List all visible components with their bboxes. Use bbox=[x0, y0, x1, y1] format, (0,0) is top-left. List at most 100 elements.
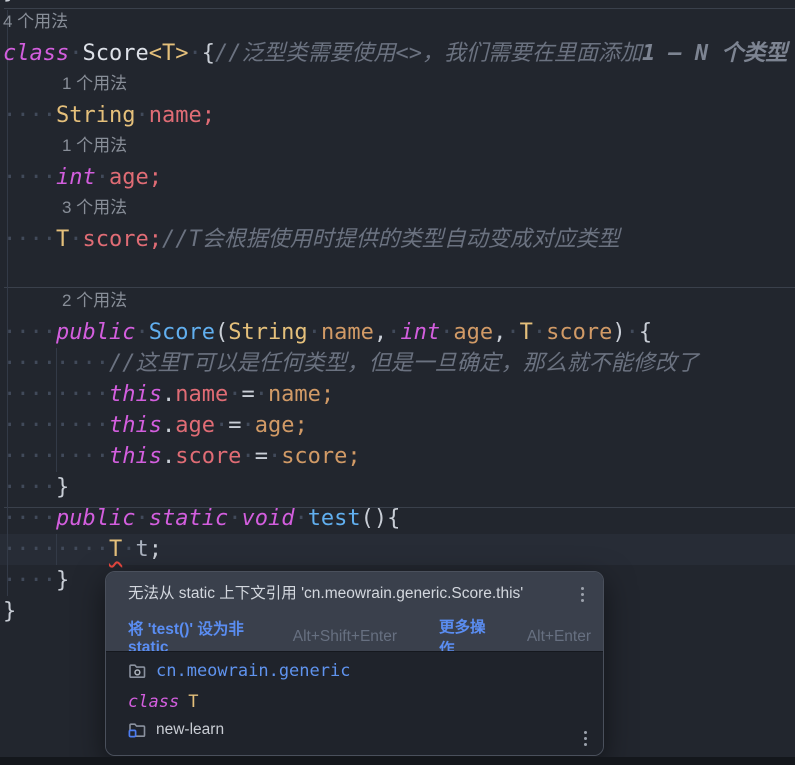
code-token: ( bbox=[215, 320, 228, 345]
code-line[interactable]: ····int·age; bbox=[3, 162, 162, 193]
code-token: //泛型类需要使用<>，我们需要在里面添加 bbox=[215, 41, 642, 66]
code-token: . bbox=[162, 382, 175, 407]
code-token: test bbox=[308, 506, 361, 531]
code-token: Score bbox=[82, 41, 148, 66]
code-line[interactable]: ····public·static·void·test(){ bbox=[3, 503, 400, 534]
code-token: //T会根据使用时提供的类型自动变成对应类型 bbox=[162, 227, 620, 252]
whitespace-dots: ···· bbox=[3, 227, 56, 252]
method-separator bbox=[4, 8, 795, 9]
whitespace-dots: · bbox=[387, 320, 400, 345]
code-token: score; bbox=[82, 227, 161, 252]
whitespace-dots: ···· bbox=[3, 165, 56, 190]
whitespace-dots: · bbox=[228, 382, 241, 407]
whitespace-dots: · bbox=[294, 506, 307, 531]
whitespace-dots: · bbox=[506, 320, 519, 345]
code-token: int bbox=[400, 320, 440, 345]
code-token: name bbox=[321, 320, 374, 345]
code-line[interactable]: ········this.name·=·name; bbox=[3, 379, 334, 410]
code-token: int bbox=[56, 165, 96, 190]
class-name: T bbox=[188, 692, 198, 712]
code-line[interactable]: ········//这里T可以是任何类型，但是一旦确定，那么就不能修改了 bbox=[3, 348, 699, 379]
code-token: String bbox=[56, 103, 135, 128]
whitespace-dots: · bbox=[69, 227, 82, 252]
code-token: age bbox=[453, 320, 493, 345]
code-token: void bbox=[241, 506, 294, 531]
code-token: { bbox=[202, 41, 215, 66]
kebab-menu-icon[interactable] bbox=[576, 728, 594, 748]
inlay-usage-hint[interactable]: 1 个用法 bbox=[62, 131, 127, 162]
quickfix-shortcut: Alt+Shift+Enter bbox=[293, 628, 397, 646]
whitespace-dots: · bbox=[135, 506, 148, 531]
code-line[interactable]: ····T·score;//T会根据使用时提供的类型自动变成对应类型 bbox=[3, 224, 620, 255]
code-line[interactable]: ········T·t; bbox=[3, 534, 162, 565]
code-line[interactable]: } bbox=[3, 0, 16, 7]
code-token: } bbox=[56, 475, 69, 500]
package-link[interactable]: cn.meowrain.generic bbox=[156, 661, 350, 681]
code-token: age bbox=[175, 413, 215, 438]
code-token: , bbox=[374, 320, 387, 345]
code-token: Score bbox=[149, 320, 215, 345]
whitespace-dots: · bbox=[533, 320, 546, 345]
inlay-usage-hint[interactable]: 4 个用法 bbox=[3, 7, 68, 38]
inlay-usage-hint[interactable]: 1 个用法 bbox=[62, 69, 127, 100]
code-token: , bbox=[493, 320, 506, 345]
whitespace-dots: ········ bbox=[3, 444, 109, 469]
intention-popup: 无法从 static 上下文引用 'cn.meowrain.generic.Sc… bbox=[105, 571, 604, 756]
code-token: t bbox=[135, 537, 148, 562]
package-icon bbox=[128, 662, 147, 680]
whitespace-dots: · bbox=[255, 382, 268, 407]
kebab-menu-icon[interactable] bbox=[573, 584, 591, 604]
code-line[interactable]: ····public·Score(String·name,·int·age,·T… bbox=[3, 317, 652, 348]
code-token: this bbox=[109, 413, 162, 438]
code-token: this bbox=[109, 382, 162, 407]
code-token: class bbox=[3, 41, 69, 66]
whitespace-dots: ···· bbox=[3, 506, 56, 531]
inlay-usage-hint[interactable]: 3 个用法 bbox=[62, 193, 127, 224]
module-name: new-learn bbox=[156, 721, 224, 739]
whitespace-dots: · bbox=[96, 165, 109, 190]
code-line[interactable]: ····} bbox=[3, 565, 69, 596]
code-token: } bbox=[3, 599, 16, 624]
code-line[interactable]: ········this.age·=·age; bbox=[3, 410, 308, 441]
whitespace-dots: · bbox=[135, 103, 148, 128]
whitespace-dots: ···· bbox=[3, 568, 56, 593]
quick-doc-panel: cn.meowrain.generic class T new-learn bbox=[106, 651, 603, 755]
code-line[interactable]: } bbox=[3, 596, 16, 627]
whitespace-dots: ···· bbox=[3, 103, 56, 128]
code-token: 1 – N 个类型 bbox=[642, 41, 787, 66]
whitespace-dots: · bbox=[122, 537, 135, 562]
code-line[interactable]: class·Score<T>·{//泛型类需要使用<>，我们需要在里面添加1 –… bbox=[3, 38, 787, 69]
class-signature: class T bbox=[128, 692, 198, 712]
code-token: age; bbox=[109, 165, 162, 190]
code-token: name; bbox=[268, 382, 334, 407]
code-token: . bbox=[162, 413, 175, 438]
code-line[interactable]: ····} bbox=[3, 472, 69, 503]
whitespace-dots: ········ bbox=[3, 382, 109, 407]
whitespace-dots: · bbox=[135, 320, 148, 345]
whitespace-dots: · bbox=[69, 41, 82, 66]
whitespace-dots: · bbox=[228, 506, 241, 531]
whitespace-dots: ···· bbox=[3, 320, 56, 345]
code-line[interactable]: ····String·name; bbox=[3, 100, 215, 131]
whitespace-dots: ········ bbox=[3, 537, 109, 562]
whitespace-dots: · bbox=[308, 320, 321, 345]
whitespace-dots: · bbox=[215, 413, 228, 438]
code-token: . bbox=[162, 444, 175, 469]
code-token: = bbox=[241, 382, 254, 407]
whitespace-dots: ········ bbox=[3, 351, 109, 376]
inlay-usage-hint[interactable]: 2 个用法 bbox=[62, 286, 127, 317]
code-token: = bbox=[228, 413, 241, 438]
whitespace-dots: · bbox=[188, 41, 201, 66]
code-line[interactable]: ········this.score·=·score; bbox=[3, 441, 361, 472]
whitespace-dots: · bbox=[268, 444, 281, 469]
code-token: String bbox=[228, 320, 307, 345]
whitespace-dots: · bbox=[440, 320, 453, 345]
whitespace-dots: ········ bbox=[3, 413, 109, 438]
whitespace-dots: · bbox=[626, 320, 639, 345]
code-token: score; bbox=[281, 444, 360, 469]
class-keyword: class bbox=[128, 692, 179, 712]
code-token: //这里T可以是任何类型，但是一旦确定，那么就不能修改了 bbox=[109, 351, 699, 376]
code-token: this bbox=[109, 444, 162, 469]
error-message: 无法从 static 上下文引用 'cn.meowrain.generic.Sc… bbox=[128, 584, 573, 604]
code-token: (){ bbox=[361, 506, 401, 531]
